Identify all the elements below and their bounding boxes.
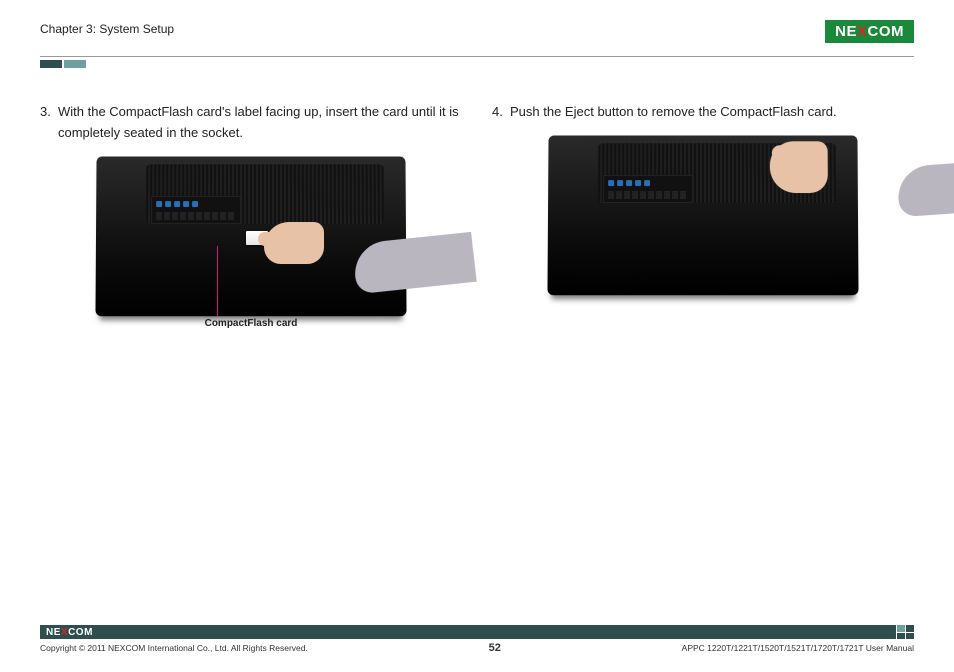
step-4-number: 4. bbox=[492, 102, 510, 123]
step-3: 3. With the CompactFlash card's label fa… bbox=[40, 102, 462, 144]
device-illustration-insert bbox=[95, 156, 406, 316]
logo-text-x: X bbox=[857, 23, 868, 40]
io-panel bbox=[603, 175, 693, 203]
chapter-title: Chapter 3: System Setup bbox=[40, 20, 174, 36]
io-connector-icon bbox=[156, 212, 236, 220]
content-columns: 3. With the CompactFlash card's label fa… bbox=[40, 102, 914, 356]
page-number: 52 bbox=[489, 642, 501, 654]
finger-icon bbox=[772, 145, 804, 161]
accent-square bbox=[897, 633, 905, 640]
figure-3-wrap: CompactFlash card bbox=[40, 156, 462, 356]
page-footer: NEXCOM Copyright © 2011 NEXCOM Internati… bbox=[40, 625, 914, 654]
footer-logo: NEXCOM bbox=[46, 627, 93, 638]
footer-logo-post: COM bbox=[68, 627, 93, 638]
figure-4-wrap bbox=[492, 135, 914, 335]
footer-logo-x: X bbox=[61, 627, 68, 638]
step-4: 4. Push the Eject button to remove the C… bbox=[492, 102, 914, 123]
copyright-text: Copyright © 2011 NEXCOM International Co… bbox=[40, 643, 308, 653]
io-connector-icon bbox=[608, 191, 688, 199]
accent-square bbox=[906, 633, 914, 640]
step-3-text: With the CompactFlash card's label facin… bbox=[58, 102, 462, 144]
footer-logo-pre: NE bbox=[46, 627, 61, 638]
hand-eject-icon bbox=[778, 143, 948, 233]
footer-bar: NEXCOM bbox=[40, 625, 914, 639]
document-title: APPC 1220T/1221T/1520T/1521T/1720T/1721T… bbox=[682, 643, 914, 653]
logo-text-post: COM bbox=[868, 23, 905, 40]
device-illustration-eject bbox=[547, 135, 858, 295]
accent-block-dark bbox=[40, 60, 62, 68]
figure-3 bbox=[40, 156, 462, 316]
finger-icon bbox=[258, 232, 286, 246]
callout-label: CompactFlash card bbox=[40, 318, 462, 329]
brand-logo: NEXCOM bbox=[825, 20, 914, 43]
step-3-number: 3. bbox=[40, 102, 58, 144]
sleeve-icon bbox=[896, 159, 954, 217]
header-divider bbox=[40, 56, 914, 57]
sleeve-icon bbox=[352, 231, 477, 293]
io-ports-icon bbox=[156, 201, 198, 207]
footer-info-line: Copyright © 2011 NEXCOM International Co… bbox=[40, 642, 914, 654]
right-column: 4. Push the Eject button to remove the C… bbox=[492, 102, 914, 356]
step-4-text: Push the Eject button to remove the Comp… bbox=[510, 102, 914, 123]
accent-block-light bbox=[64, 60, 86, 68]
accent-square bbox=[897, 625, 905, 632]
header-bar: Chapter 3: System Setup NEXCOM bbox=[40, 20, 914, 52]
footer-accent-squares bbox=[896, 625, 914, 639]
io-ports-icon bbox=[608, 180, 650, 186]
hand-insert-icon bbox=[264, 216, 434, 286]
callout-leader-line bbox=[217, 246, 218, 316]
accent-square bbox=[906, 625, 914, 632]
left-column: 3. With the CompactFlash card's label fa… bbox=[40, 102, 462, 356]
io-panel bbox=[151, 196, 241, 224]
logo-text-pre: NE bbox=[835, 23, 857, 40]
header-accent-blocks bbox=[40, 60, 914, 68]
figure-4 bbox=[492, 135, 914, 295]
